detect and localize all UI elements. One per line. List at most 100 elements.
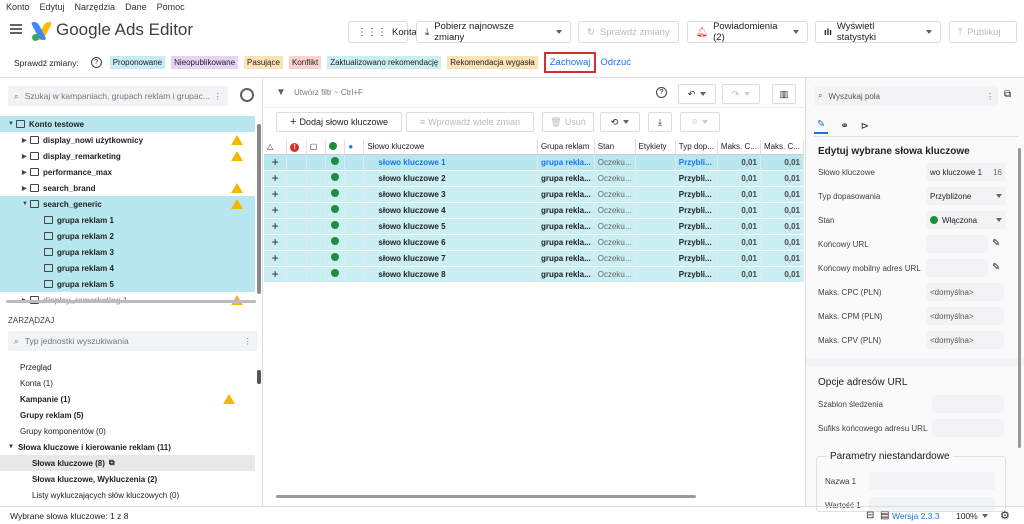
keyword-cell[interactable]: słowo kluczowe 3 bbox=[363, 185, 538, 202]
export-button[interactable]: ⤓ bbox=[648, 112, 672, 132]
campaign-search-input[interactable]: ⌕ Szukaj w kampaniach, grupach reklam i … bbox=[8, 86, 228, 106]
table-row[interactable]: + słowo kluczowe 6 grupa rekla... Oczeku...… bbox=[264, 233, 805, 250]
table-row[interactable]: + słowo kluczowe 5 grupa rekla... Oczeku...… bbox=[264, 217, 805, 234]
panel-toggle-icon[interactable]: ⊟ bbox=[866, 510, 874, 521]
tree-item[interactable]: ▼ search_generic bbox=[0, 196, 255, 212]
row-reco-cell[interactable] bbox=[344, 169, 365, 186]
max-cpc-cell[interactable]: 0,01 bbox=[717, 249, 761, 266]
open-external-icon[interactable]: ⧉ bbox=[109, 458, 115, 468]
keyword-field-input[interactable]: wo kluczowe 1 16 bbox=[926, 163, 1006, 181]
col-match-type[interactable]: Typ dop... bbox=[675, 140, 718, 155]
redo-button[interactable]: ↷ bbox=[722, 84, 760, 104]
status-cell-dot[interactable] bbox=[325, 185, 346, 202]
edit-pencil-icon[interactable]: ✎ bbox=[992, 262, 1000, 273]
row-error-cell[interactable] bbox=[286, 169, 307, 186]
row-reco-cell[interactable] bbox=[344, 249, 365, 266]
max-cpm-cell[interactable]: 0,01 bbox=[760, 249, 805, 266]
max-cpc-cell[interactable]: 0,01 bbox=[717, 201, 761, 218]
col-ad-group[interactable]: Grupa reklam bbox=[537, 140, 595, 155]
labels-cell[interactable] bbox=[635, 265, 676, 282]
undo-button[interactable]: ↶ bbox=[678, 84, 716, 104]
status-cell-dot[interactable] bbox=[325, 249, 346, 266]
expand-arrow-icon[interactable]: ▼ bbox=[22, 201, 30, 207]
expand-arrow-icon[interactable]: ▶ bbox=[22, 137, 30, 144]
chip-updated-recommendation[interactable]: Zaktualizowano rekomendację bbox=[327, 56, 442, 69]
chip-conflict[interactable]: Konflikt bbox=[288, 56, 322, 69]
max-cpc-cell[interactable]: 0,01 bbox=[717, 185, 761, 202]
match-type-cell[interactable]: Przybli... bbox=[675, 233, 718, 250]
max-cpc-cell[interactable]: 0,01 bbox=[717, 217, 761, 234]
max-cpc-input[interactable]: <domyślna> bbox=[926, 283, 1004, 301]
row-expand-icon[interactable]: + bbox=[264, 217, 288, 234]
col-error[interactable]: ! bbox=[286, 140, 307, 155]
status-cell[interactable]: Oczeku... bbox=[594, 233, 636, 250]
expand-arrow-icon[interactable]: ▼ bbox=[8, 121, 16, 127]
manage-item[interactable]: Przegląd bbox=[0, 359, 255, 375]
chip-unpublished[interactable]: Nieopublikowane bbox=[171, 56, 239, 69]
filter-input[interactable]: Utwórz filtr ~ Ctrl+F bbox=[294, 88, 363, 97]
ad-group-cell[interactable]: grupa rekla... bbox=[537, 233, 595, 250]
add-keyword-button[interactable]: + Dodaj słowo kluczowe bbox=[276, 112, 402, 132]
delete-button[interactable]: 🗑︎ Usuń bbox=[542, 112, 594, 132]
get-changes-button[interactable]: ⤓ Pobierz najnowsze zmiany bbox=[416, 21, 571, 43]
ad-group-cell[interactable]: grupa rekla... bbox=[537, 201, 595, 218]
tree-item[interactable]: ▼ Konto testowe bbox=[0, 116, 255, 132]
status-cell-dot[interactable] bbox=[325, 169, 346, 186]
more-vert-icon[interactable]: ⋮ bbox=[214, 91, 223, 102]
table-row[interactable]: + słowo kluczowe 8 grupa rekla... Oczeku...… bbox=[264, 265, 805, 282]
manage-item[interactable]: Grupy reklam (5) bbox=[0, 407, 255, 423]
row-expand-icon[interactable]: + bbox=[264, 154, 288, 170]
row-expand-icon[interactable]: + bbox=[264, 169, 288, 186]
ad-group-cell[interactable]: grupa rekla... bbox=[537, 185, 595, 202]
match-type-cell[interactable]: Przybli... bbox=[675, 185, 718, 202]
labels-cell[interactable] bbox=[635, 169, 676, 186]
ad-group-cell[interactable]: grupa rekla... bbox=[537, 169, 595, 186]
keyword-cell[interactable]: słowo kluczowe 4 bbox=[363, 201, 538, 218]
row-comment-cell[interactable] bbox=[306, 217, 327, 234]
help-icon[interactable]: ? bbox=[656, 87, 667, 98]
row-comment-cell[interactable] bbox=[306, 233, 327, 250]
manage-item[interactable]: Grupy komponentów (0) bbox=[0, 423, 255, 439]
bulk-changes-button[interactable]: ≡ Wprowadź wiele zmian bbox=[406, 112, 534, 132]
match-type-cell[interactable]: Przybli... bbox=[675, 154, 718, 170]
row-error-cell[interactable] bbox=[286, 217, 307, 234]
max-cpv-input[interactable]: <domyślna> bbox=[926, 331, 1004, 349]
chip-expired-recommendation[interactable]: Rekomendacja wygasła bbox=[447, 56, 538, 69]
mobile-url-input[interactable] bbox=[926, 259, 988, 277]
manage-item[interactable]: Listy wykluczających słów kluczowych (0) bbox=[0, 487, 255, 503]
accounts-button[interactable]: ⋮⋮⋮ Konta bbox=[348, 21, 417, 43]
more-vert-icon[interactable]: ⋮ bbox=[244, 336, 253, 347]
row-error-cell[interactable] bbox=[286, 233, 307, 250]
settings-gear-icon[interactable]: ⚙ bbox=[1000, 509, 1010, 522]
match-type-cell[interactable]: Przybli... bbox=[675, 249, 718, 266]
keyword-cell[interactable]: słowo kluczowe 1 bbox=[363, 154, 538, 170]
replace-button[interactable]: ⟲ bbox=[600, 112, 640, 132]
row-comment-cell[interactable] bbox=[306, 154, 327, 170]
row-comment-cell[interactable] bbox=[306, 201, 327, 218]
notifications-button[interactable]: 🔔︎ Powiadomienia (2) bbox=[687, 21, 808, 43]
keyword-cell[interactable]: słowo kluczowe 6 bbox=[363, 233, 538, 250]
status-cell[interactable]: Oczeku... bbox=[594, 217, 636, 234]
right-scrollbar[interactable] bbox=[1018, 148, 1021, 448]
tree-item[interactable]: ▶ display_remarketing bbox=[0, 148, 255, 164]
max-cpm-input[interactable]: <domyślna> bbox=[926, 307, 1004, 325]
max-cpm-cell[interactable]: 0,01 bbox=[760, 217, 805, 234]
ad-group-cell[interactable]: grupa rekla... bbox=[537, 249, 595, 266]
final-url-suffix-input[interactable] bbox=[932, 419, 1004, 437]
status-cell-dot[interactable] bbox=[325, 233, 346, 250]
table-row[interactable]: + słowo kluczowe 1 grupa rekla... Oczeku...… bbox=[264, 154, 805, 170]
manage-scrollbar[interactable] bbox=[257, 370, 261, 384]
keyword-cell[interactable]: słowo kluczowe 5 bbox=[363, 217, 538, 234]
col-status-dot[interactable] bbox=[325, 140, 346, 155]
max-cpm-cell[interactable]: 0,01 bbox=[760, 154, 805, 170]
more-vert-icon[interactable]: ⋮ bbox=[986, 92, 994, 101]
row-expand-icon[interactable]: + bbox=[264, 233, 288, 250]
manage-item[interactable]: Kampanie (1) bbox=[0, 391, 255, 407]
status-cell[interactable]: Oczeku... bbox=[594, 249, 636, 266]
col-keyword[interactable]: Słowo kluczowe bbox=[363, 140, 538, 155]
expand-arrow-icon[interactable]: ▶ bbox=[22, 169, 30, 176]
link-tab-icon[interactable]: ⚭ bbox=[840, 121, 848, 132]
col-recommendation[interactable]: ● bbox=[344, 140, 365, 155]
status-cell-dot[interactable] bbox=[325, 201, 346, 218]
max-cpm-cell[interactable]: 0,01 bbox=[760, 169, 805, 186]
